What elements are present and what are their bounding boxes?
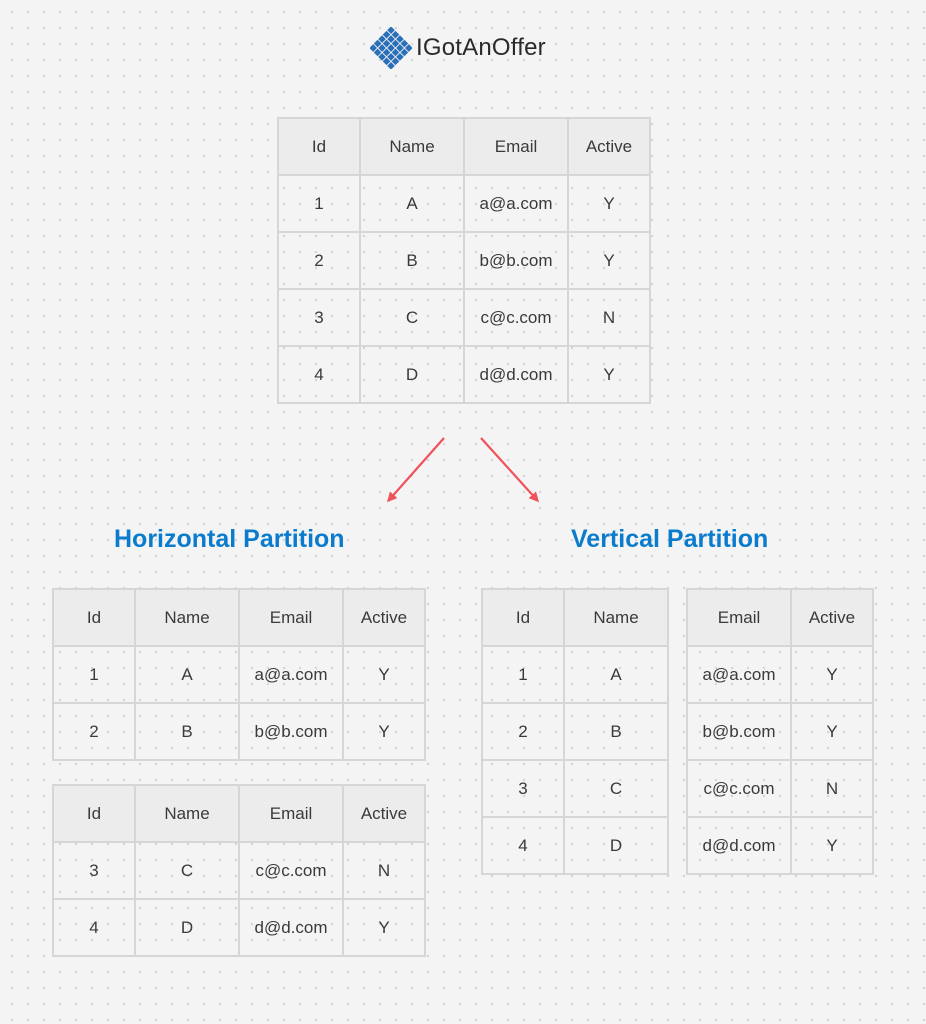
- cell-id: 1: [52, 645, 136, 704]
- cell-email: b@b.com: [238, 702, 344, 761]
- table-row: 2 B b@b.com Y: [52, 702, 426, 761]
- column-header-active: Active: [790, 588, 874, 647]
- column-header-active: Active: [342, 588, 426, 647]
- cell-email: b@b.com: [686, 702, 792, 761]
- table-row: 3 C c@c.com N: [52, 841, 426, 900]
- cell-id: 3: [481, 759, 565, 818]
- cell-name: D: [134, 898, 240, 957]
- cell-active: Y: [342, 898, 426, 957]
- table-row: b@b.com Y: [686, 702, 874, 761]
- column-header-id: Id: [52, 784, 136, 843]
- cell-name: A: [563, 645, 669, 704]
- table-row: 1 A a@a.com Y: [52, 645, 426, 704]
- cell-email: a@a.com: [686, 645, 792, 704]
- cell-name: B: [134, 702, 240, 761]
- table-row: 1 A: [481, 645, 669, 704]
- table-row: 4 D: [481, 816, 669, 875]
- cell-name: D: [563, 816, 669, 875]
- cell-active: Y: [342, 702, 426, 761]
- vertical-partition-table-right: Email Active a@a.com Y b@b.com Y c@c.com…: [686, 588, 874, 875]
- table-header-row: Id Name: [481, 588, 669, 647]
- cell-active: Y: [790, 816, 874, 875]
- cell-id: 2: [481, 702, 565, 761]
- cell-active: N: [342, 841, 426, 900]
- table-row: c@c.com N: [686, 759, 874, 818]
- horizontal-partition-heading: Horizontal Partition: [114, 525, 345, 553]
- column-header-email: Email: [686, 588, 792, 647]
- table-header-row: Email Active: [686, 588, 874, 647]
- arrow-to-horizontal: [387, 437, 445, 503]
- column-header-name: Name: [134, 784, 240, 843]
- cell-email: d@d.com: [686, 816, 792, 875]
- column-header-id: Id: [481, 588, 565, 647]
- column-header-name: Name: [134, 588, 240, 647]
- column-header-email: Email: [238, 588, 344, 647]
- cell-email: a@a.com: [238, 645, 344, 704]
- cell-email: d@d.com: [238, 898, 344, 957]
- cell-active: Y: [342, 645, 426, 704]
- cell-name: C: [134, 841, 240, 900]
- table-row: d@d.com Y: [686, 816, 874, 875]
- cell-name: C: [563, 759, 669, 818]
- table-header-row: Id Name Email Active: [52, 588, 426, 647]
- cell-active: Y: [790, 702, 874, 761]
- column-header-name: Name: [563, 588, 669, 647]
- cell-active: Y: [790, 645, 874, 704]
- vertical-partition-table-left: Id Name 1 A 2 B 3 C 4 D: [481, 588, 669, 875]
- table-row: a@a.com Y: [686, 645, 874, 704]
- table-row: 3 C: [481, 759, 669, 818]
- horizontal-partition-table-2: Id Name Email Active 3 C c@c.com N 4 D d…: [52, 784, 426, 957]
- cell-id: 4: [481, 816, 565, 875]
- table-row: 2 B: [481, 702, 669, 761]
- horizontal-partition-table-1: Id Name Email Active 1 A a@a.com Y 2 B b…: [52, 588, 426, 761]
- cell-id: 1: [481, 645, 565, 704]
- cell-name: A: [134, 645, 240, 704]
- column-header-email: Email: [238, 784, 344, 843]
- cell-active: N: [790, 759, 874, 818]
- table-header-row: Id Name Email Active: [52, 784, 426, 843]
- cell-id: 2: [52, 702, 136, 761]
- cell-id: 3: [52, 841, 136, 900]
- cell-email: c@c.com: [686, 759, 792, 818]
- column-header-active: Active: [342, 784, 426, 843]
- arrow-to-vertical: [480, 437, 540, 503]
- vertical-partition-heading: Vertical Partition: [571, 525, 769, 553]
- table-row: 4 D d@d.com Y: [52, 898, 426, 957]
- cell-name: B: [563, 702, 669, 761]
- column-header-id: Id: [52, 588, 136, 647]
- cell-id: 4: [52, 898, 136, 957]
- cell-email: c@c.com: [238, 841, 344, 900]
